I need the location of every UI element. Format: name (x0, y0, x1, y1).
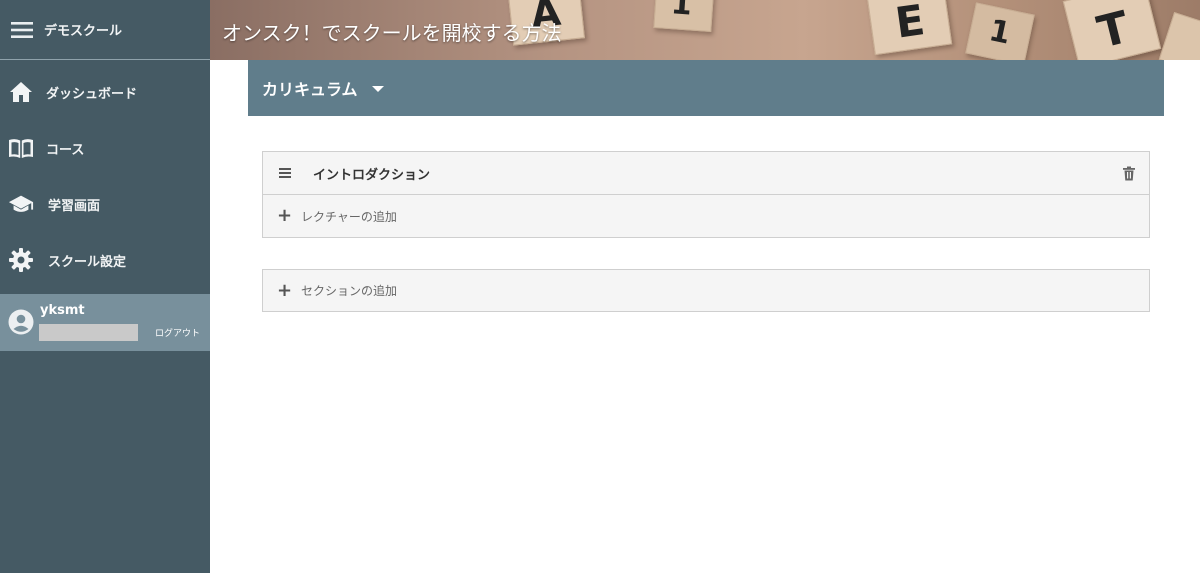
sidebar-header: デモスクール (0, 0, 210, 60)
drag-handle-icon[interactable] (279, 168, 291, 178)
banner-tile-decoration (1158, 11, 1200, 60)
account-circle-icon (8, 309, 34, 335)
sidebar-item-label: スクール設定 (48, 254, 127, 270)
sidebar-item-label: 学習画面 (48, 198, 101, 214)
banner: A 1 E 1 T オンスク！でスクールを開校する方法 (210, 0, 1200, 60)
trash-icon[interactable] (1122, 166, 1136, 181)
book-icon (8, 135, 34, 161)
sidebar-item-school-settings[interactable]: スクール設定 (0, 232, 210, 288)
logout-link[interactable]: ログアウト (155, 326, 200, 339)
add-lecture-button[interactable]: + レクチャーの追加 (263, 195, 1149, 237)
section-header: イントロダクション (263, 152, 1149, 195)
sidebar-nav: ダッシュボード コース 学習画面 スクール設定 (0, 60, 210, 288)
sidebar-item-learning[interactable]: 学習画面 (0, 176, 210, 232)
graduation-cap-icon (8, 191, 34, 217)
banner-tile-decoration: T (1062, 0, 1162, 60)
section-title[interactable]: イントロダクション (313, 164, 430, 183)
sidebar-item-course[interactable]: コース (0, 120, 210, 176)
curriculum-label: カリキュラム (262, 80, 358, 99)
sidebar-item-dashboard[interactable]: ダッシュボード (0, 64, 210, 120)
banner-tile-decoration: 1 (653, 0, 715, 32)
banner-tile-decoration: E (865, 0, 953, 56)
sidebar-item-label: コース (46, 142, 85, 158)
plus-icon: + (277, 205, 293, 226)
add-lecture-label: レクチャーの追加 (301, 209, 397, 224)
curriculum-dropdown[interactable]: カリキュラム (248, 60, 1164, 116)
add-section-label: セクションの追加 (301, 284, 398, 298)
banner-tile-decoration: 1 (965, 2, 1035, 60)
user-panel: yksmt ログアウト (0, 294, 210, 351)
caret-down-icon (371, 86, 384, 92)
app-root: デモスクール ダッシュボード コース 学習画面 スクール設定 yksmt ログア… (0, 0, 1200, 573)
school-name: デモスクール (44, 24, 123, 39)
gear-icon (8, 247, 34, 273)
sidebar: デモスクール ダッシュボード コース 学習画面 スクール設定 yksmt ログア… (0, 0, 210, 573)
add-section-button[interactable]: + セクションの追加 (262, 269, 1150, 312)
user-email-redacted (39, 324, 138, 341)
plus-icon: + (277, 279, 293, 301)
course-title: オンスク！でスクールを開校する方法 (222, 21, 562, 45)
home-icon (8, 79, 34, 105)
sidebar-item-label: ダッシュボード (46, 86, 138, 102)
user-name: yksmt (40, 303, 85, 318)
section-card: イントロダクション + レクチャーの追加 (262, 151, 1150, 238)
hamburger-menu-icon[interactable] (10, 20, 34, 40)
